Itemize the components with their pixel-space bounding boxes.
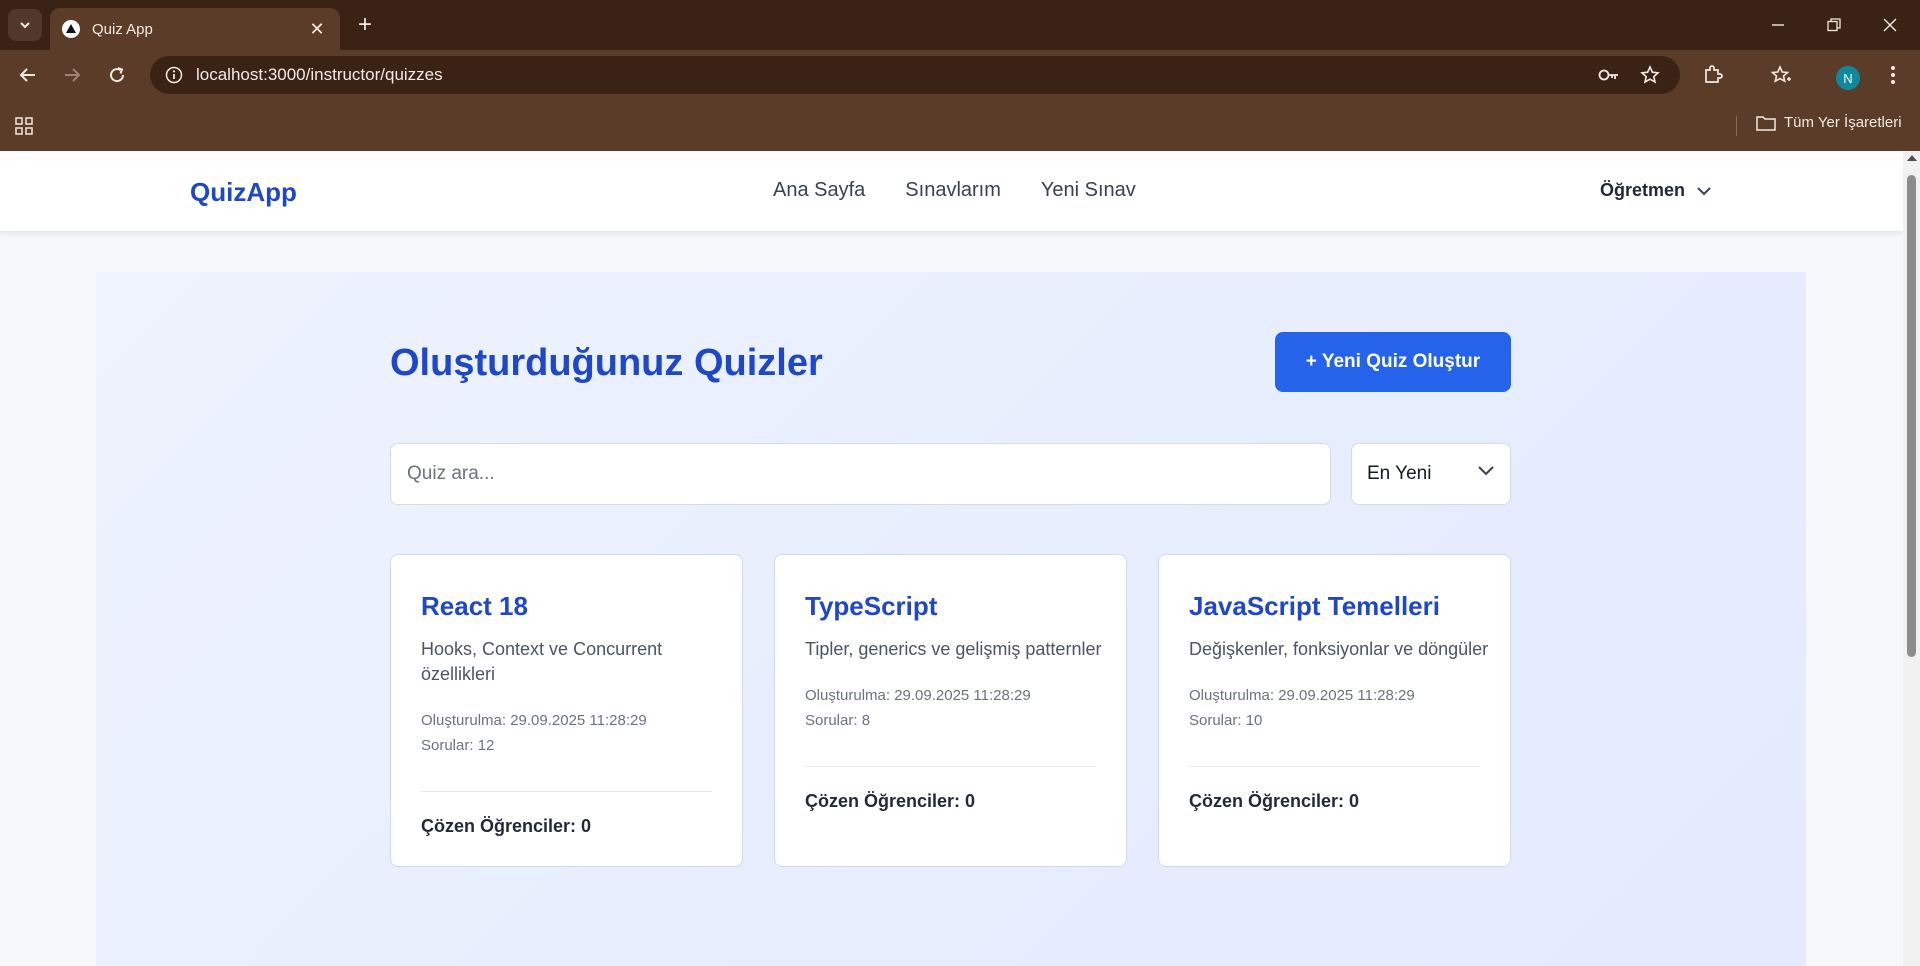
sort-selected-value: En Yeni (1367, 463, 1432, 484)
page-title: Oluşturduğunuz Quizler (390, 342, 823, 384)
tab-search-button[interactable] (8, 9, 42, 41)
site-navbar: QuizApp Ana Sayfa Sınavlarım Yeni Sınav … (0, 151, 1903, 231)
scrollbar-thumb[interactable] (1907, 175, 1916, 657)
quiz-card-description: Hooks, Context ve Concurrent özellikleri (421, 639, 663, 684)
arrow-left-icon (19, 68, 35, 82)
favicon-icon (62, 20, 80, 38)
quiz-card-questions: Sorular: 8 (805, 712, 871, 729)
quiz-card[interactable]: React 18 Hooks, Context ve Concurrent öz… (390, 554, 743, 867)
user-menu-label: Öğretmen (1600, 180, 1686, 200)
minimize-button[interactable] (1758, 10, 1798, 40)
all-bookmarks-label: Tüm Yer İşaretleri (1784, 114, 1902, 131)
minimize-icon (1772, 24, 1784, 26)
bookmarks-divider (1736, 116, 1737, 136)
brand-logo[interactable]: QuizApp (190, 177, 297, 208)
user-menu[interactable]: Öğretmen (1600, 180, 1711, 201)
bookmark-star-icon[interactable] (1637, 63, 1663, 87)
browser-toolbar: localhost:3000/instructor/quizzes (0, 50, 1920, 100)
quiz-card-description: Tipler, generics ve gelişmiş patternler (805, 639, 1102, 659)
reload-button[interactable] (101, 59, 133, 91)
nav-link-my-exams[interactable]: Sınavlarım (905, 179, 1001, 202)
quiz-card-questions: Sorular: 12 (421, 737, 495, 754)
site-info-icon[interactable] (162, 63, 186, 87)
apps-grid-icon[interactable] (12, 114, 36, 138)
main-content: Oluşturduğunuz Quizler + Yeni Quiz Oluşt… (96, 272, 1806, 966)
arrow-right-icon (65, 68, 81, 82)
extensions-icon[interactable] (1699, 62, 1727, 88)
forward-button[interactable] (56, 59, 88, 91)
page-scrollbar[interactable] (1903, 151, 1920, 966)
quiz-card-created: Oluşturulma: 29.09.2025 11:28:29 (421, 712, 647, 729)
sort-select[interactable]: En Yeni (1351, 443, 1511, 505)
nav-link-new-exam[interactable]: Yeni Sınav (1041, 179, 1136, 202)
chevron-down-icon (20, 22, 30, 29)
restore-button[interactable] (1814, 10, 1854, 40)
quiz-card-divider (805, 766, 1096, 767)
all-bookmarks-button[interactable]: Tüm Yer İşaretleri (1756, 114, 1902, 131)
main-nav: Ana Sayfa Sınavlarım Yeni Sınav (773, 179, 1136, 202)
chevron-down-icon (1697, 186, 1711, 195)
quiz-card-solved-count: Çözen Öğrenciler: 0 (1189, 791, 1360, 811)
quiz-card[interactable]: JavaScript Temelleri Değişkenler, fonksi… (1158, 554, 1511, 867)
quiz-card-solved-count: Çözen Öğrenciler: 0 (805, 791, 976, 811)
scroll-up-arrow-icon[interactable] (1907, 155, 1917, 161)
browser-tab-bar: Quiz App ✕ + (0, 0, 1920, 50)
quiz-card-divider (1189, 766, 1480, 767)
url-text: localhost:3000/instructor/quizzes (196, 65, 443, 84)
nav-link-home[interactable]: Ana Sayfa (773, 179, 865, 202)
close-icon (1883, 18, 1897, 32)
back-button[interactable] (12, 59, 44, 91)
restore-icon (1827, 18, 1841, 32)
quiz-card-description: Değişkenler, fonksiyonlar ve döngüler (1189, 639, 1489, 659)
close-window-button[interactable] (1870, 10, 1910, 40)
quiz-card[interactable]: TypeScript Tipler, generics ve gelişmiş … (774, 554, 1127, 867)
page-viewport: QuizApp Ana Sayfa Sınavlarım Yeni Sınav … (0, 151, 1920, 966)
quiz-card-solved-count: Çözen Öğrenciler: 0 (421, 816, 592, 836)
quiz-card-created: Oluşturulma: 29.09.2025 11:28:29 (1189, 687, 1415, 704)
address-bar[interactable]: localhost:3000/instructor/quizzes (150, 56, 1680, 94)
quiz-card-title[interactable]: React 18 (421, 591, 528, 622)
password-key-icon[interactable] (1596, 63, 1622, 87)
browser-tab[interactable]: Quiz App ✕ (50, 8, 340, 50)
chevron-down-icon (1478, 466, 1494, 476)
quiz-card-divider (421, 791, 712, 792)
quiz-card-questions: Sorular: 10 (1189, 712, 1263, 729)
quiz-card-title[interactable]: TypeScript (805, 591, 937, 622)
new-quiz-button[interactable]: + Yeni Quiz Oluştur (1275, 332, 1511, 392)
close-tab-icon[interactable]: ✕ (306, 19, 328, 40)
bookmarks-manager-icon[interactable] (1767, 62, 1795, 88)
bookmarks-bar: Tüm Yer İşaretleri (0, 100, 1920, 151)
reload-icon (110, 67, 125, 83)
tab-title: Quiz App (92, 20, 153, 38)
more-menu-icon[interactable] (1879, 62, 1907, 88)
new-tab-button[interactable]: + (352, 12, 378, 38)
quiz-card-created: Oluşturulma: 29.09.2025 11:28:29 (805, 687, 1031, 704)
quiz-card-title[interactable]: JavaScript Temelleri (1189, 591, 1440, 622)
quiz-search-input[interactable] (390, 443, 1331, 505)
folder-icon (1756, 115, 1776, 131)
profile-avatar[interactable]: N (1836, 66, 1860, 90)
